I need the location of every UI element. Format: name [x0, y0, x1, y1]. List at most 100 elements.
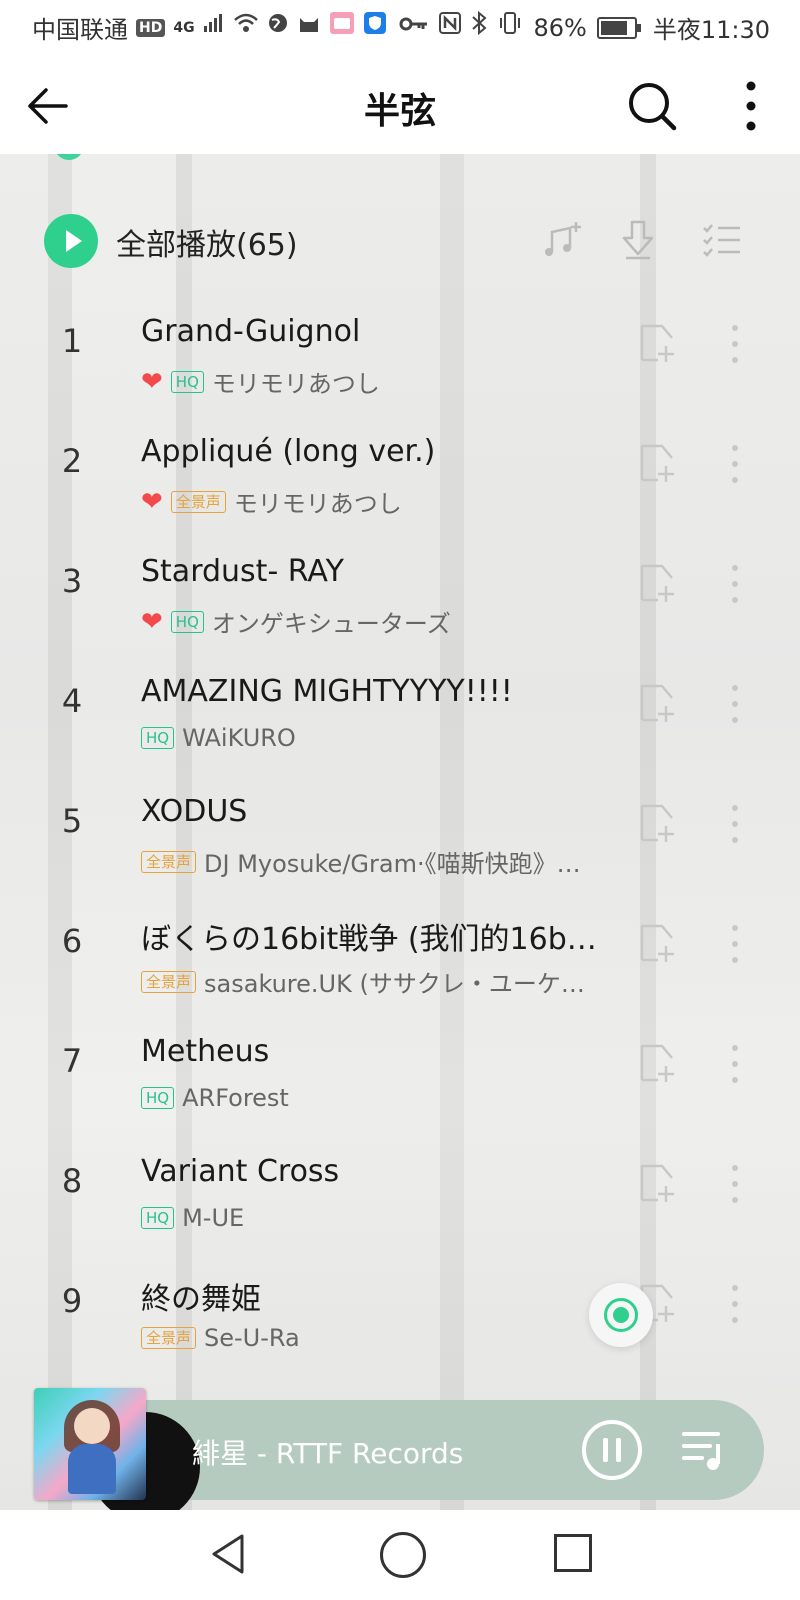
song-number: 7	[61, 1042, 83, 1080]
wifi-icon	[233, 12, 259, 43]
add-to-playlist-icon[interactable]	[636, 440, 680, 484]
quality-badge: 全景声	[170, 490, 226, 513]
nav-home-icon[interactable]	[380, 1532, 426, 1578]
song-number: 9	[61, 1282, 83, 1320]
song-artist: M-UE	[182, 1204, 245, 1232]
battery-percent: 86%	[533, 13, 587, 42]
song-artist: Se-U-Ra	[204, 1324, 300, 1352]
add-music-icon[interactable]	[540, 218, 584, 262]
song-artist: sasakure.UK (ササクレ・ユーケ…	[204, 970, 585, 998]
song-row[interactable]: 1 Grand-Guignol ❤ HQ モリモリあつし	[0, 284, 800, 404]
locate-current-song-button[interactable]	[589, 1283, 653, 1347]
quality-badge: HQ	[141, 1207, 175, 1229]
song-row[interactable]: 5 XODUS 全景声 DJ Myosuke/Gram·《喵斯快跑》…	[0, 764, 800, 884]
nav-back-icon[interactable]	[208, 1530, 248, 1580]
globe-icon	[267, 12, 289, 43]
song-meta: ❤ 全景声 モリモリあつし	[141, 484, 621, 519]
battery-icon	[596, 16, 641, 39]
song-number: 3	[61, 562, 83, 600]
song-artist: オンゲキシューターズ	[211, 610, 451, 638]
song-title[interactable]: Appliqué (long ver.)	[141, 434, 621, 469]
pause-icon[interactable]	[580, 1418, 644, 1482]
signal-icon	[203, 12, 225, 43]
song-title[interactable]: ぼくらの16bit戦争 (我们的16b…	[141, 914, 621, 958]
quality-badge: 全景声	[141, 970, 197, 993]
cat-icon	[297, 12, 321, 43]
quality-badge: HQ	[170, 610, 204, 633]
liked-heart-icon: ❤	[141, 366, 163, 397]
system-nav-bar	[0, 1510, 800, 1600]
song-title[interactable]: Variant Cross	[141, 1154, 621, 1189]
song-meta: 全景声 Se-U-Ra	[141, 1324, 621, 1352]
song-artist: モリモリあつし	[233, 490, 402, 518]
song-meta: HQ WAiKURO	[141, 724, 621, 752]
nfc-icon	[439, 12, 462, 43]
song-number: 2	[61, 442, 83, 480]
app-bar: 半弦	[0, 56, 800, 154]
song-row[interactable]: 9 終の舞姫 全景声 Se-U-Ra	[0, 1244, 800, 1364]
play-all-label[interactable]: 全部播放(65)	[116, 220, 298, 264]
song-row[interactable]: 4 AMAZING MIGHTYYYY!!!! HQ WAiKURO	[0, 644, 800, 764]
song-number: 4	[61, 682, 83, 720]
add-to-playlist-icon[interactable]	[636, 920, 680, 964]
song-title[interactable]: XODUS	[141, 794, 621, 829]
add-to-playlist-icon[interactable]	[636, 320, 680, 364]
multi-select-list-icon[interactable]	[700, 218, 744, 262]
song-meta: 全景声 DJ Myosuke/Gram·《喵斯快跑》…	[141, 844, 621, 879]
network-type: 4G	[173, 19, 195, 36]
add-to-playlist-icon[interactable]	[636, 560, 680, 604]
liked-heart-icon: ❤	[141, 606, 163, 637]
song-title[interactable]: Stardust- RAY	[141, 554, 621, 589]
song-list-area[interactable]: 全部播放(65) 1 Grand-Guignol ❤ HQ モリモリあつし 2 …	[0, 154, 800, 1510]
song-more-icon[interactable]	[720, 560, 750, 608]
search-icon[interactable]	[624, 78, 680, 134]
song-row[interactable]: 6 ぼくらの16bit戦争 (我们的16b… 全景声 sasakure.UK (…	[0, 884, 800, 1004]
song-row[interactable]: 8 Variant Cross HQ M-UE	[0, 1124, 800, 1244]
song-more-icon[interactable]	[720, 1040, 750, 1088]
add-to-playlist-icon[interactable]	[636, 800, 680, 844]
song-artist: DJ Myosuke/Gram·《喵斯快跑》…	[204, 850, 581, 878]
add-to-playlist-icon[interactable]	[636, 1040, 680, 1084]
more-vertical-icon[interactable]	[728, 78, 774, 134]
song-meta: HQ ARForest	[141, 1084, 621, 1112]
add-to-playlist-icon[interactable]	[636, 680, 680, 724]
song-row[interactable]: 7 Metheus HQ ARForest	[0, 1004, 800, 1124]
bilibili-icon	[329, 11, 355, 44]
song-more-icon[interactable]	[720, 920, 750, 968]
song-more-icon[interactable]	[720, 680, 750, 728]
clock: 半夜11:30	[652, 16, 770, 44]
mini-player[interactable]: 緋星 - RTTF Records	[34, 1388, 764, 1522]
song-number: 6	[61, 922, 83, 960]
song-meta: 全景声 sasakure.UK (ササクレ・ユーケ…	[141, 964, 621, 999]
song-more-icon[interactable]	[720, 320, 750, 368]
play-all-row[interactable]: 全部播放(65)	[0, 206, 800, 274]
song-row[interactable]: 3 Stardust- RAY ❤ HQ オンゲキシューターズ	[0, 524, 800, 644]
quality-badge: 全景声	[141, 1327, 197, 1349]
song-meta: ❤ HQ モリモリあつし	[141, 364, 621, 399]
play-all-icon[interactable]	[44, 214, 98, 268]
song-row[interactable]: 2 Appliqué (long ver.) ❤ 全景声 モリモリあつし	[0, 404, 800, 524]
song-number: 1	[61, 322, 83, 360]
download-icon[interactable]	[616, 218, 660, 262]
vibrate-icon	[497, 11, 523, 44]
song-title[interactable]: AMAZING MIGHTYYYY!!!!	[141, 674, 621, 709]
song-more-icon[interactable]	[720, 800, 750, 848]
playlist-queue-icon[interactable]	[680, 1426, 730, 1474]
song-number: 5	[61, 802, 83, 840]
song-artist: WAiKURO	[182, 724, 296, 752]
nav-recents-icon[interactable]	[554, 1534, 592, 1572]
song-title[interactable]: Metheus	[141, 1034, 621, 1069]
song-title[interactable]: 終の舞姫	[141, 1274, 621, 1318]
add-to-playlist-icon[interactable]	[636, 1160, 680, 1204]
song-more-icon[interactable]	[720, 1160, 750, 1208]
album-cover[interactable]	[34, 1388, 146, 1500]
now-playing-title[interactable]: 緋星 - RTTF Records	[192, 1432, 463, 1472]
page-title: 半弦	[363, 91, 436, 132]
shield-icon	[363, 11, 387, 44]
song-more-icon[interactable]	[720, 1280, 750, 1328]
hd-badge: HD	[136, 18, 166, 37]
song-more-icon[interactable]	[720, 440, 750, 488]
song-artist: ARForest	[182, 1084, 289, 1112]
quality-badge: HQ	[141, 1087, 175, 1109]
song-title[interactable]: Grand-Guignol	[141, 314, 621, 349]
